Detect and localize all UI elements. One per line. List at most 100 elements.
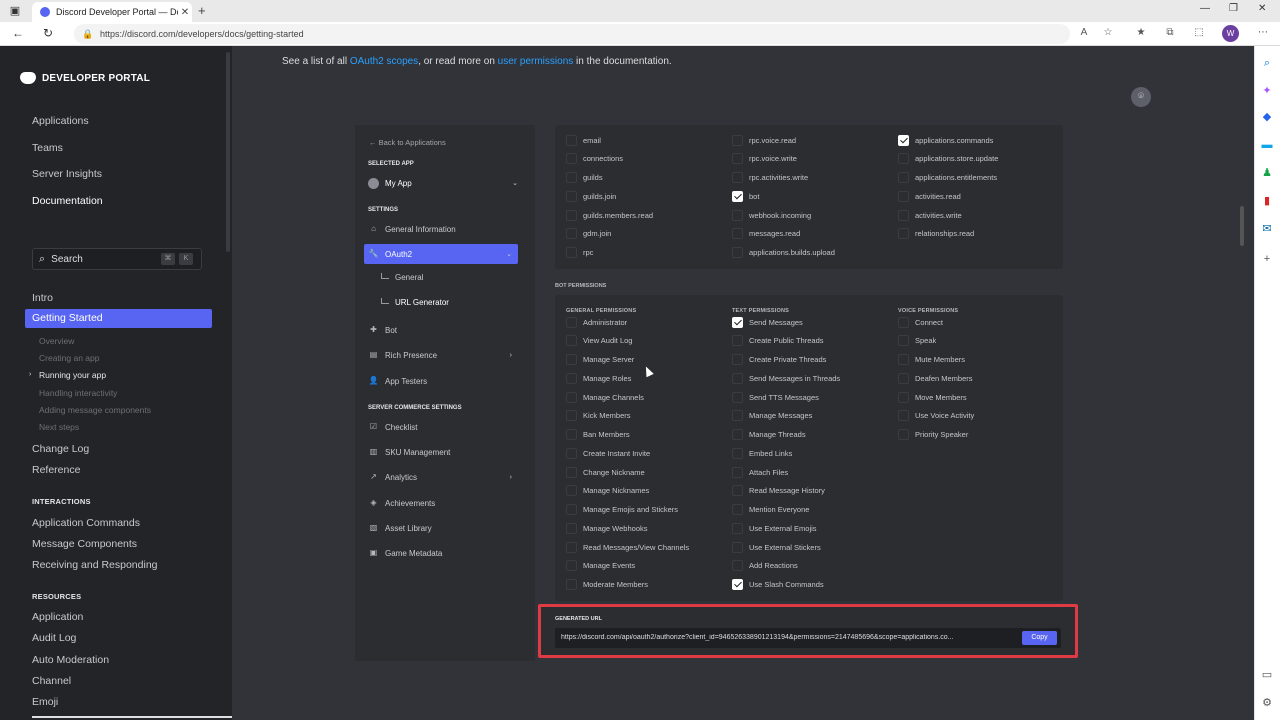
permission-checkbox[interactable] [566,504,577,515]
sub-link-running-your-app[interactable]: Running your app [39,370,106,380]
tools-icon[interactable]: ▬ [1260,138,1274,152]
scope-checkbox[interactable] [732,209,743,221]
scope-checkbox[interactable] [898,134,909,146]
permission-row[interactable]: View Audit Log [566,335,632,347]
main-scrollbar[interactable] [1240,206,1244,246]
sub-link-next-steps[interactable]: Next steps [39,422,79,432]
url-field[interactable]: 🔒 https://discord.com/developers/docs/ge… [74,24,1070,44]
permission-checkbox[interactable] [566,541,577,553]
sidebar-link-application[interactable]: Application [32,611,83,623]
permission-checkbox[interactable] [732,372,743,384]
permission-checkbox[interactable] [732,354,743,365]
scope-checkbox[interactable] [566,153,577,165]
scope-row[interactable]: bot [732,190,759,202]
nav-app-testers[interactable]: 👤 App Testers [368,373,518,389]
sidebar-link-audit-log[interactable]: Audit Log [32,632,76,644]
permission-checkbox[interactable] [732,410,743,422]
nav-achievements[interactable]: ◈ Achievements [368,495,518,511]
search-icon[interactable]: ⌕ [1260,56,1274,70]
scope-row[interactable]: applications.builds.upload [732,247,835,259]
permission-checkbox[interactable] [898,410,909,422]
sub-link-adding-message-components[interactable]: Adding message components [39,405,151,415]
scope-row[interactable]: messages.read [732,228,800,240]
permission-row[interactable]: Priority Speaker [898,429,968,441]
permission-checkbox[interactable] [732,335,743,347]
permission-row[interactable]: Mention Everyone [732,504,809,516]
scope-checkbox[interactable] [898,190,909,202]
permission-row[interactable]: Change Nickname [566,466,645,478]
sidebar-link-intro[interactable]: Intro [32,292,53,304]
sidebar-link-change-log[interactable]: Change Log [32,443,89,455]
permission-checkbox[interactable] [732,485,743,497]
nav-asset-library[interactable]: ▧ Asset Library [368,520,518,536]
permission-row[interactable]: Send TTS Messages [732,391,819,403]
sidebar-link-reference[interactable]: Reference [32,464,80,476]
settings-gear-icon[interactable]: ⚙ [1260,696,1274,710]
scope-checkbox[interactable] [732,153,743,165]
sidebar-link-server-insights[interactable]: Server Insights [32,168,102,180]
permission-checkbox[interactable] [566,372,577,384]
new-tab-icon[interactable]: + [198,3,206,18]
permission-row[interactable]: Create Instant Invite [566,447,650,459]
sidebar-link-message-components[interactable]: Message Components [32,538,137,550]
scope-checkbox[interactable] [566,228,577,240]
sidebar-link-channel[interactable]: Channel [32,675,71,687]
back-arrow-icon[interactable]: ← [10,26,26,40]
sidebar-link-application-commands[interactable]: Application Commands [32,517,140,529]
read-aloud-icon[interactable]: A [1077,27,1091,38]
copy-button[interactable]: Copy [1022,631,1057,645]
scope-row[interactable]: email [566,134,601,146]
sub-link-creating-an-app[interactable]: Creating an app [39,353,100,363]
permission-row[interactable]: Manage Webhooks [566,522,648,534]
permission-row[interactable]: Use Voice Activity [898,410,974,422]
capture-button[interactable]: ⌾ [1131,87,1151,107]
permission-checkbox[interactable] [566,447,577,459]
scope-checkbox[interactable] [566,190,577,202]
permission-checkbox[interactable] [732,522,743,534]
scope-row[interactable]: guilds.members.read [566,209,653,221]
scope-checkbox[interactable] [732,172,743,183]
scope-row[interactable]: rpc [566,247,593,259]
permission-row[interactable]: Attach Files [732,466,788,478]
permission-row[interactable]: Send Messages [732,316,803,328]
permission-checkbox[interactable] [566,579,577,590]
permission-checkbox[interactable] [732,466,743,478]
add-favorite-icon[interactable]: ☆ [1101,27,1115,38]
scope-checkbox[interactable] [898,209,909,221]
permission-checkbox[interactable] [732,579,743,590]
window-menu-icon[interactable]: ▣ [8,4,22,18]
permission-row[interactable]: Manage Roles [566,372,631,384]
scope-checkbox[interactable] [566,172,577,183]
scope-row[interactable]: gdm.join [566,228,611,240]
copilot-icon[interactable]: ✦ [1260,84,1274,98]
add-sidebar-icon[interactable]: + [1260,252,1274,266]
browser-tab[interactable]: Discord Developer Portal — Doc ✕ [32,2,192,22]
sub-link-handling-interactivity[interactable]: Handling interactivity [39,388,117,398]
permission-row[interactable]: Move Members [898,391,967,403]
app-selector[interactable]: My App ⌄ [368,175,518,191]
scope-checkbox[interactable] [566,134,577,146]
nav-checklist[interactable]: ☑ Checklist [368,419,518,435]
permission-checkbox[interactable] [566,522,577,534]
permission-checkbox[interactable] [566,335,577,347]
nav-oauth2[interactable]: 🔧 OAuth2 ⌄ [364,244,518,264]
sidebar-link-auto-moderation[interactable]: Auto Moderation [32,654,109,666]
shopping-icon[interactable]: ◆ [1260,110,1274,124]
nav-bot[interactable]: ✚ Bot [368,322,518,338]
scope-checkbox[interactable] [566,247,577,258]
games-icon[interactable]: ♟ [1260,166,1274,180]
oauth2-scopes-link[interactable]: OAuth2 scopes [350,56,418,67]
permission-row[interactable]: Use External Stickers [732,541,821,553]
scope-row[interactable]: connections [566,153,623,165]
office-icon[interactable]: ▮ [1260,194,1274,208]
permission-row[interactable]: Read Message History [732,485,825,497]
permission-row[interactable]: Connect [898,316,943,328]
permission-row[interactable]: Use Slash Commands [732,579,824,591]
scope-row[interactable]: relationships.read [898,228,974,240]
permission-checkbox[interactable] [732,447,743,459]
scope-checkbox[interactable] [566,209,577,221]
nav-oauth2-general[interactable]: General [381,273,423,282]
minimize-icon[interactable]: — [1200,3,1210,14]
permission-checkbox[interactable] [732,504,743,515]
scope-checkbox[interactable] [732,247,743,258]
